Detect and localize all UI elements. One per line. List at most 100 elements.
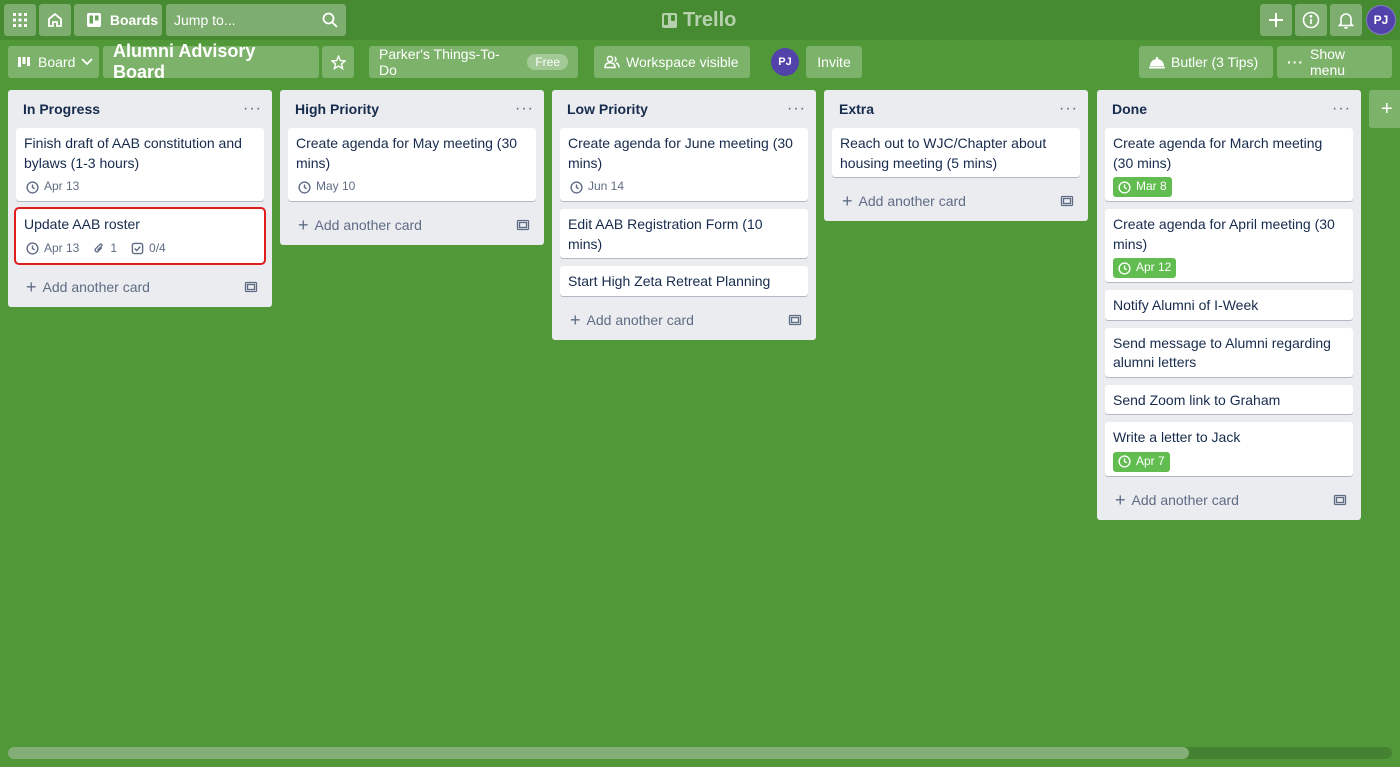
list-title[interactable]: In Progress	[23, 101, 100, 117]
info-icon	[1302, 11, 1320, 29]
card[interactable]: Reach out to WJC/Chapter about housing m…	[832, 128, 1080, 177]
add-card-button[interactable]: + Add another card	[288, 209, 536, 241]
info-button[interactable]	[1295, 4, 1327, 36]
list-menu-icon[interactable]: ···	[243, 100, 262, 118]
plus-icon: +	[842, 191, 853, 211]
card[interactable]: Create agenda for March meeting (30 mins…	[1105, 128, 1353, 201]
due-date-text: Apr 7	[1136, 453, 1165, 468]
due-date-text: Mar 8	[1136, 179, 1167, 194]
due-date-badge[interactable]: May 10	[298, 177, 355, 197]
board-view-switcher[interactable]: Board	[8, 46, 99, 78]
list-high-priority[interactable]: High Priority ··· Create agenda for May me…	[280, 90, 544, 245]
invite-button[interactable]: Invite	[806, 46, 862, 78]
clock-icon	[1118, 455, 1131, 468]
checklist-badge: 0/4	[131, 239, 166, 259]
clock-icon	[1118, 261, 1131, 275]
add-list-button[interactable]: +	[1369, 90, 1400, 128]
card-title: Create agenda for March meeting (30 mins…	[1113, 135, 1323, 171]
clock-icon	[26, 242, 39, 255]
card-template-icon[interactable]	[244, 280, 258, 294]
due-date-badge[interactable]: Jun 14	[570, 177, 624, 197]
list-menu-icon[interactable]: ···	[787, 100, 806, 118]
butler-button[interactable]: Butler (3 Tips)	[1139, 46, 1273, 78]
card[interactable]: Create agenda for April meeting (30 mins…	[1105, 209, 1353, 282]
star-board-button[interactable]	[322, 46, 354, 78]
horizontal-scrollbar[interactable]	[8, 747, 1392, 759]
list-done[interactable]: Done ··· Create agenda for March meeting (…	[1097, 90, 1361, 520]
clock-icon	[1118, 180, 1131, 194]
card[interactable]: Start High Zeta Retreat Planning	[560, 266, 808, 296]
search-placeholder: Jump to...	[174, 12, 236, 28]
board-title[interactable]: Alumni Advisory Board	[103, 41, 319, 82]
list-menu-icon[interactable]: ···	[515, 100, 534, 118]
card-title: Create agenda for May meeting (30 mins)	[296, 135, 518, 171]
card-template-icon[interactable]	[1333, 493, 1347, 507]
home-button[interactable]	[39, 4, 71, 36]
search-input[interactable]: Jump to...	[166, 4, 346, 36]
user-avatar[interactable]: PJ	[1366, 5, 1396, 35]
butler-label: Butler (3 Tips)	[1171, 54, 1259, 70]
workspace-button[interactable]: Parker's Things-To-Do Free	[369, 46, 578, 78]
card-template-icon[interactable]	[788, 313, 802, 327]
add-card-label: Add another card	[1131, 491, 1239, 508]
card[interactable]: Create agenda for May meeting (30 mins) M…	[288, 128, 536, 201]
card-badges: Apr 13 1 0/4	[24, 235, 256, 259]
list-menu-icon[interactable]: ···	[1332, 100, 1351, 118]
list-low-priority[interactable]: Low Priority ··· Create agenda for June me…	[552, 90, 816, 340]
search-icon	[322, 12, 338, 28]
top-navigation-bar: Boards Jump to... Trello PJ	[0, 0, 1400, 40]
paperclip-icon	[93, 242, 105, 255]
list-menu-icon[interactable]: ···	[1059, 100, 1078, 118]
board-view-label: Board	[38, 54, 76, 70]
show-menu-button[interactable]: ··· Show menu	[1277, 46, 1392, 78]
card[interactable]: Edit AAB Registration Form (10 mins)	[560, 209, 808, 258]
due-date-text: May 10	[316, 179, 356, 194]
due-date-badge[interactable]: Mar 8	[1113, 177, 1172, 197]
create-button[interactable]	[1260, 4, 1292, 36]
scrollbar-thumb[interactable]	[8, 747, 1189, 759]
card-title: Start High Zeta Retreat Planning	[568, 273, 771, 289]
grid-icon	[12, 12, 28, 28]
card[interactable]: Send message to Alumni regarding alumni …	[1105, 327, 1353, 377]
card[interactable]: Send Zoom link to Graham	[1105, 384, 1353, 414]
list-title[interactable]: High Priority	[295, 101, 379, 117]
visibility-button[interactable]: Workspace visible	[594, 46, 750, 78]
card-template-icon[interactable]	[516, 218, 530, 232]
notifications-button[interactable]	[1330, 4, 1362, 36]
add-card-button[interactable]: + Add another card	[16, 271, 264, 303]
bell-icon	[1338, 11, 1354, 29]
list-title[interactable]: Low Priority	[567, 101, 648, 117]
due-date-badge[interactable]: Apr 12	[1113, 258, 1177, 278]
due-date-badge[interactable]: Apr 13	[26, 239, 79, 259]
card[interactable]: Create agenda for June meeting (30 mins)…	[560, 128, 808, 201]
board-view-icon	[18, 56, 32, 68]
card[interactable]: Write a letter to Jack Apr 7	[1105, 422, 1353, 476]
add-card-button[interactable]: + Add another card	[560, 304, 808, 336]
card-title: Create agenda for April meeting (30 mins…	[1113, 216, 1335, 252]
list-extra[interactable]: Extra ··· Reach out to WJC/Chapter about h…	[824, 90, 1088, 221]
card-title: Send message to Alumni regarding alumni …	[1113, 334, 1331, 371]
boards-button[interactable]: Boards	[74, 4, 162, 36]
plus-icon: +	[570, 309, 581, 330]
due-date-badge[interactable]: Apr 7	[1113, 451, 1170, 472]
card-template-icon[interactable]	[1060, 194, 1074, 208]
board-member-avatar[interactable]: PJ	[771, 48, 799, 76]
due-date-text: Apr 13	[44, 240, 80, 255]
add-card-button[interactable]: + Add another card	[832, 185, 1080, 217]
add-card-label: Add another card	[858, 193, 966, 209]
due-date-badge[interactable]: Apr 13	[26, 177, 79, 197]
card[interactable]: Update AAB roster Apr 13 1 0/4	[14, 207, 266, 265]
clock-icon	[298, 180, 311, 194]
card-badges: May 10	[296, 173, 528, 197]
list-in-progress[interactable]: In Progress ··· Finish draft of AAB consti…	[8, 90, 272, 307]
list-title[interactable]: Extra	[839, 101, 874, 117]
list-title[interactable]: Done	[1112, 101, 1147, 117]
app-switcher-button[interactable]	[4, 4, 36, 36]
trello-logo[interactable]: Trello	[662, 7, 736, 33]
card[interactable]: Notify Alumni of I-Week	[1105, 290, 1353, 320]
add-card-button[interactable]: + Add another card	[1105, 484, 1353, 516]
due-date-text: Apr 13	[44, 179, 80, 194]
card-badges: Mar 8	[1113, 173, 1345, 197]
plan-badge: Free	[527, 54, 568, 70]
card[interactable]: Finish draft of AAB constitution and byl…	[16, 128, 264, 201]
